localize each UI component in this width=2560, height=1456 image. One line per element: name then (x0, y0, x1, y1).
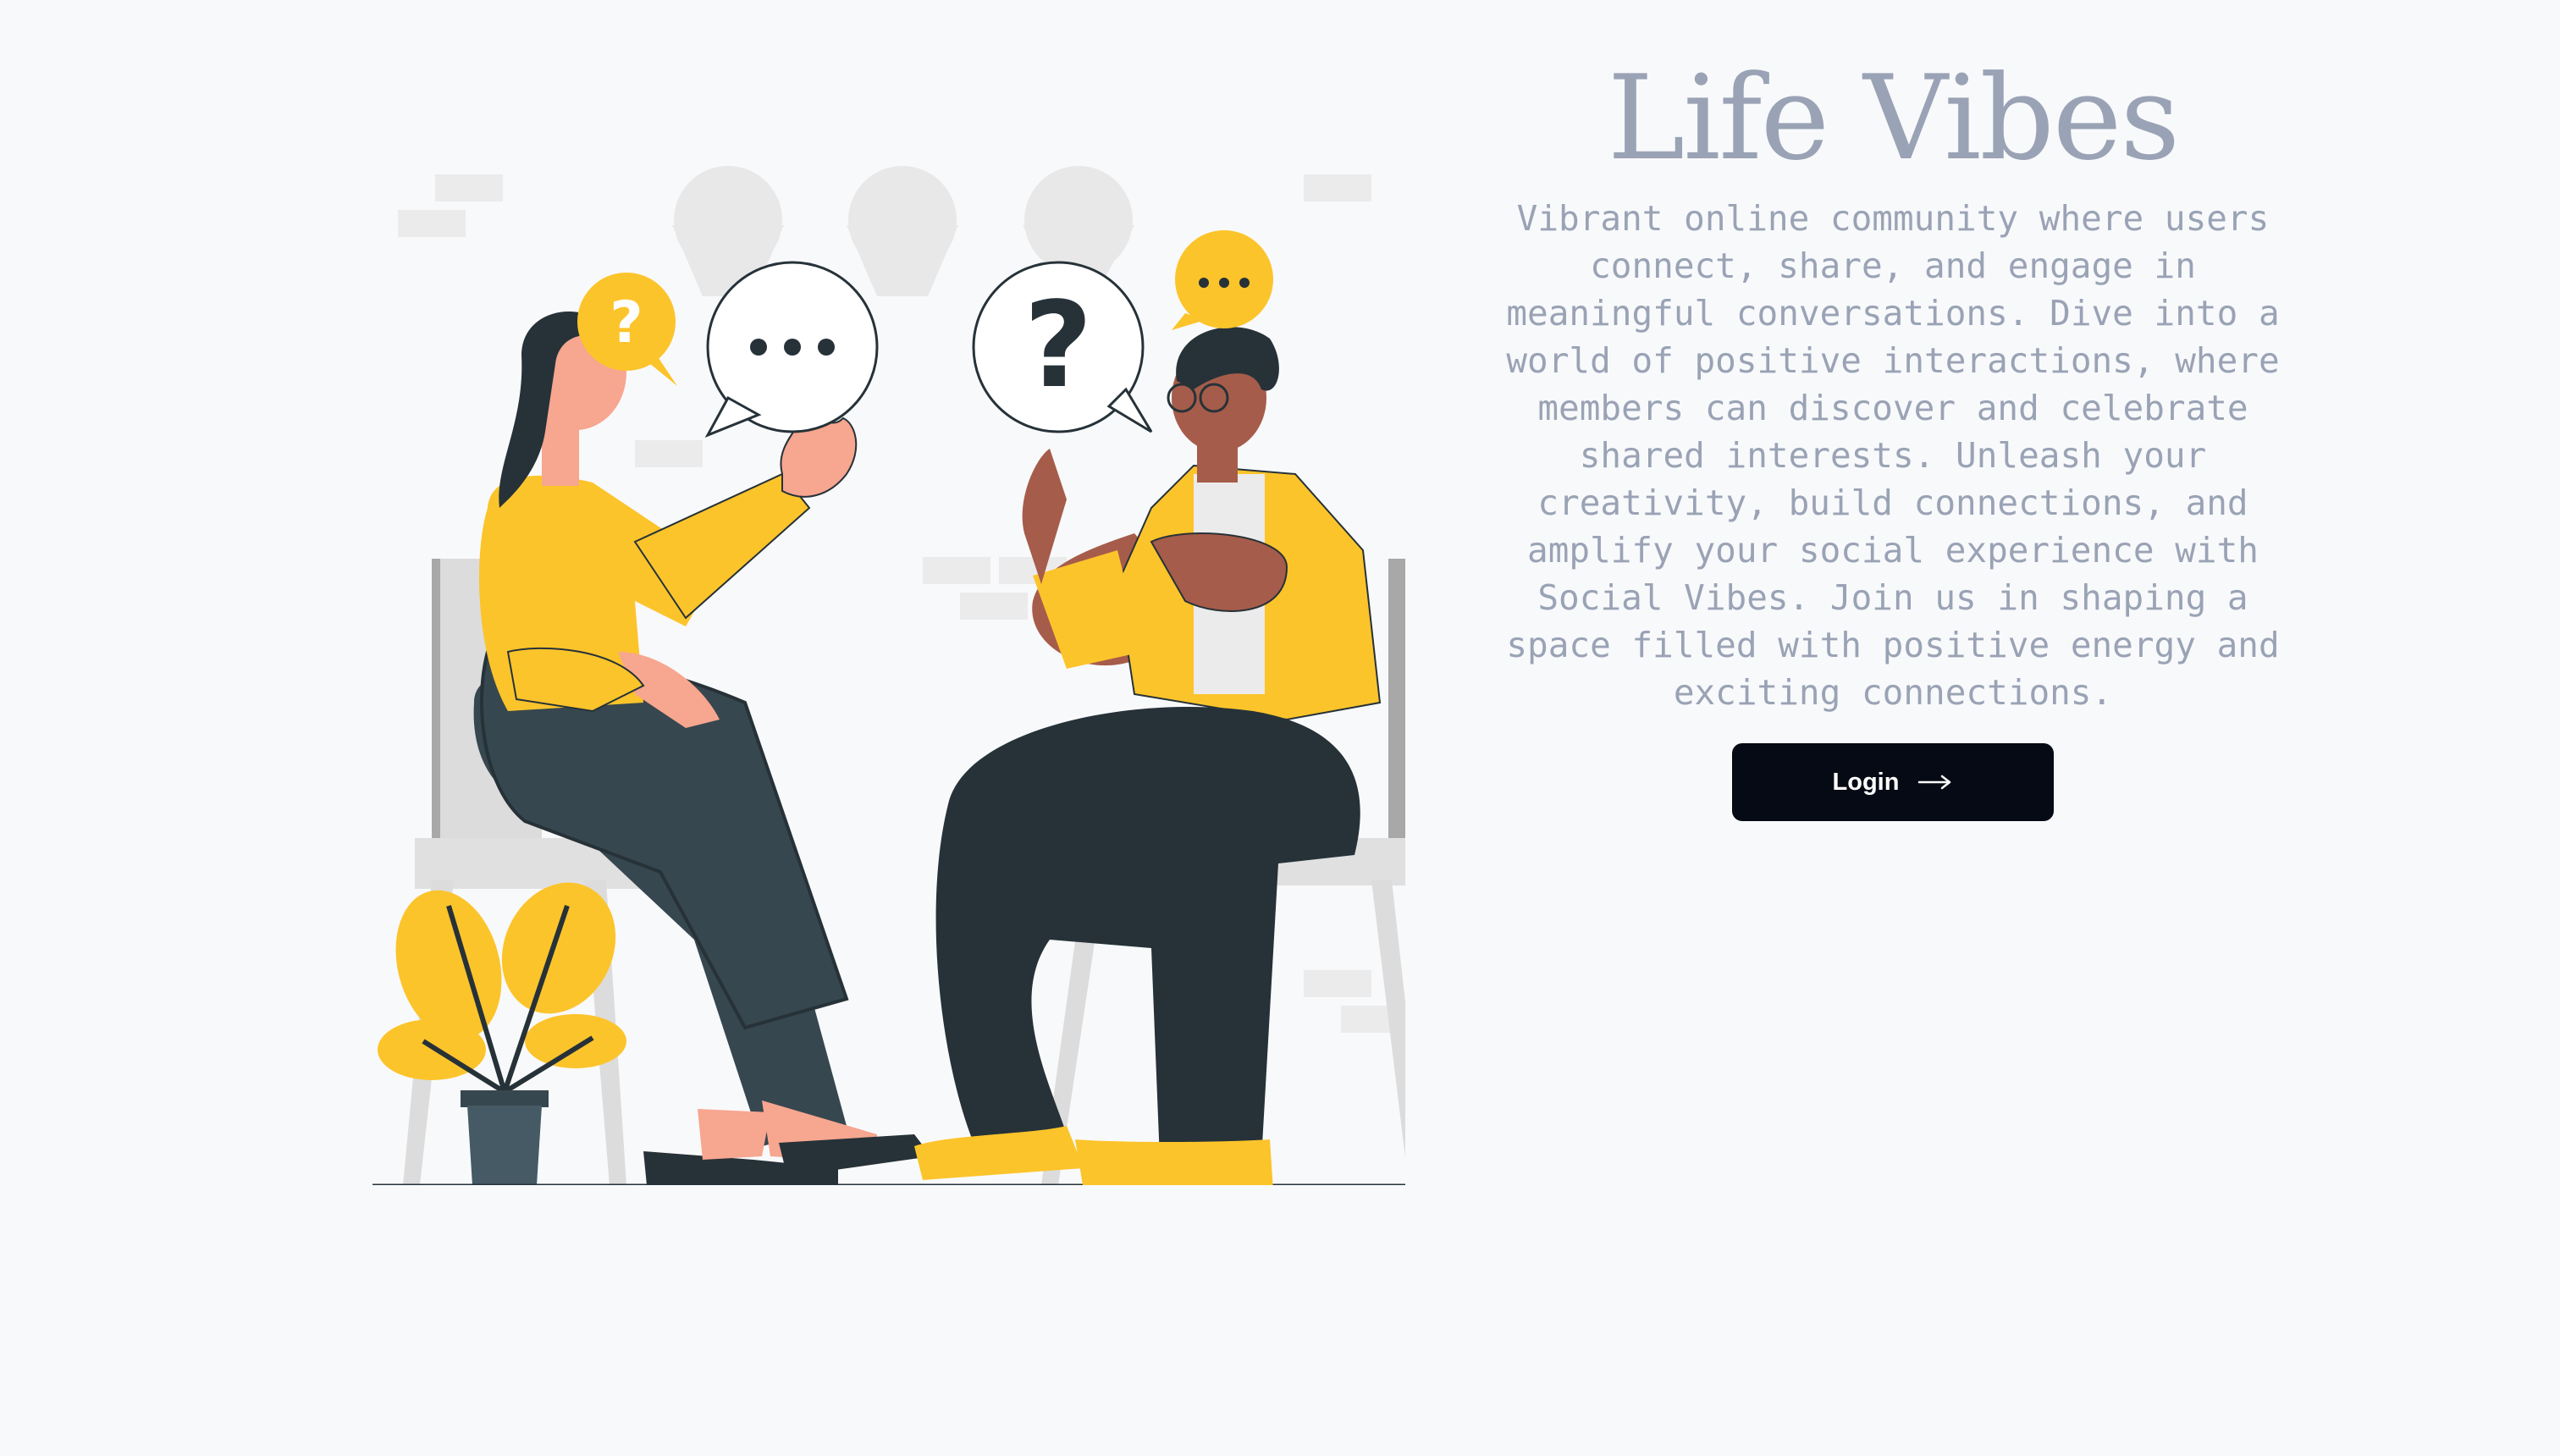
ellipsis-bubble-white (704, 261, 879, 438)
arrow-right-icon (1918, 775, 1951, 790)
login-button[interactable]: Login (1732, 743, 2054, 821)
question-bubble-white: ? (972, 261, 1153, 433)
svg-text:?: ? (610, 290, 643, 356)
hero-illustration: ? ? (339, 144, 1405, 1185)
hero-section: Life Vibes Vibrant online community wher… (1473, 42, 2313, 821)
small-ellipsis-bubble (1172, 230, 1273, 330)
hero-description: Vibrant online community where users con… (1506, 198, 2280, 713)
page-title: Life Vibes (1607, 50, 2181, 186)
login-label: Login (1832, 768, 1900, 796)
man-figure (914, 327, 1382, 1185)
svg-text:?: ? (1023, 277, 1092, 415)
